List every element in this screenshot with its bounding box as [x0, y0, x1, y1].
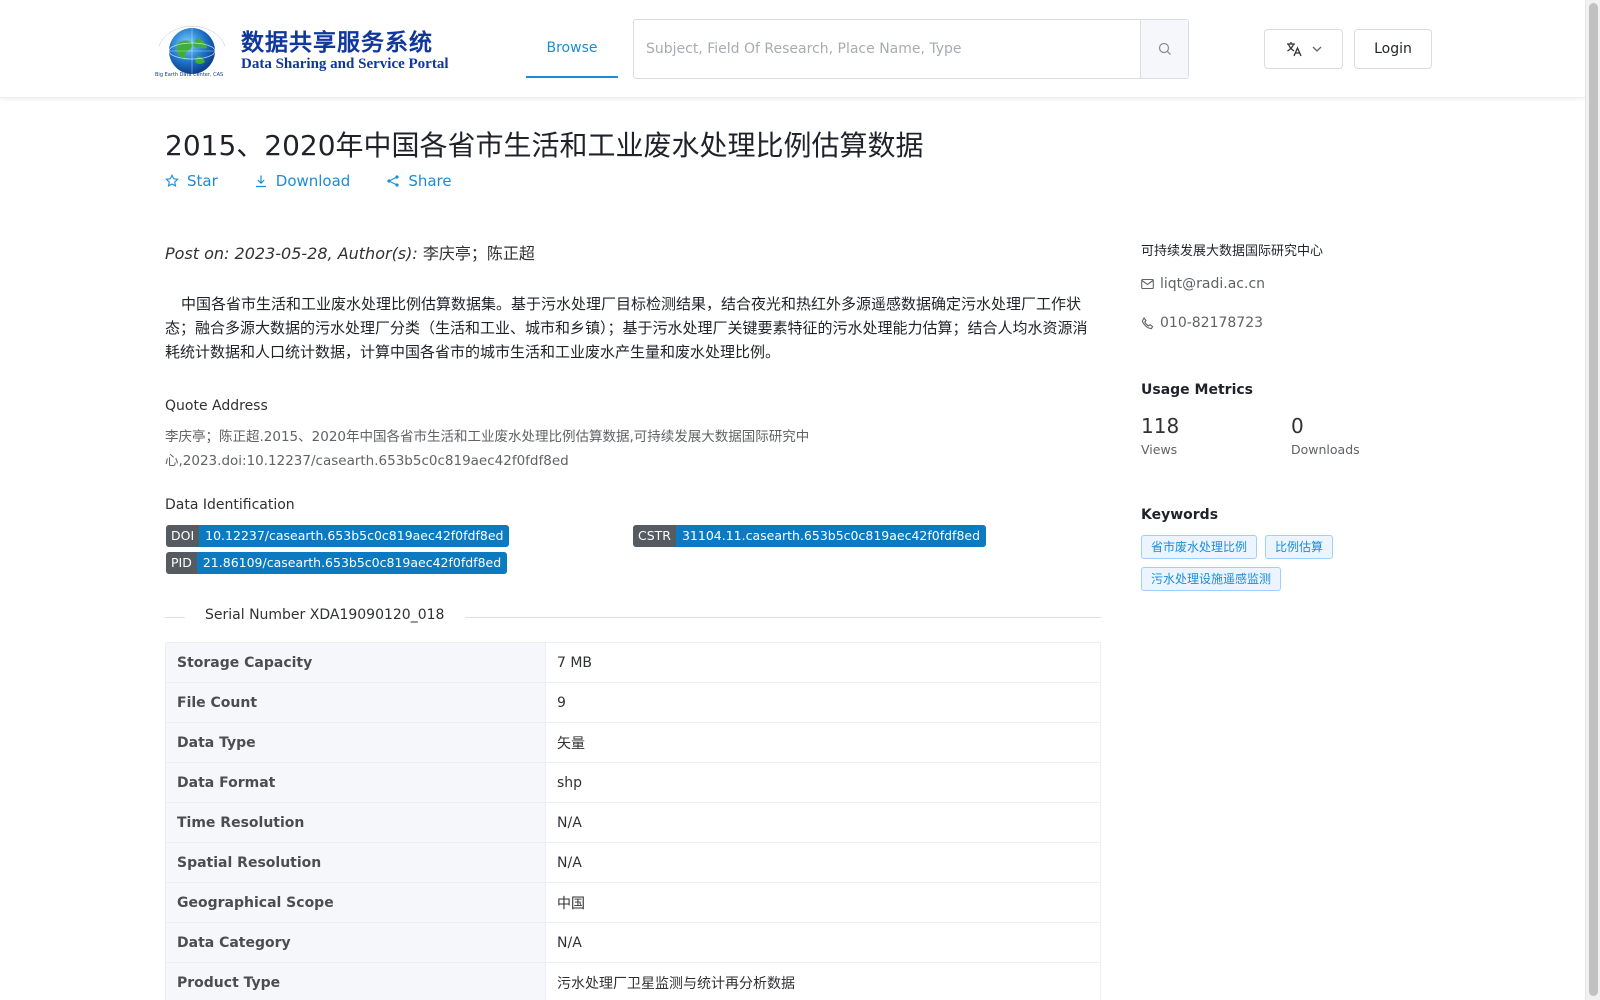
top-header: Big Earth Data Center, CAS 数据共享服务系统 Data…: [0, 0, 1585, 98]
keyword-tag[interactable]: 省市废水处理比例: [1141, 535, 1258, 559]
download-button[interactable]: Download: [254, 172, 351, 190]
property-key: Storage Capacity: [165, 642, 546, 683]
property-key: Geographical Scope: [165, 882, 546, 923]
download-icon: [255, 175, 266, 188]
divider-line-right: [465, 617, 1101, 618]
search-input[interactable]: [634, 20, 1140, 78]
property-value: 9: [545, 682, 1101, 723]
views-count: 118: [1141, 414, 1180, 438]
authors: 李庆亭；陈正超: [422, 244, 535, 263]
property-key: Data Format: [165, 762, 546, 803]
download-label: Download: [275, 172, 351, 190]
table-row: Geographical Scope 中国: [165, 882, 1101, 923]
page-scrollbar[interactable]: [1585, 0, 1600, 1000]
doi-value: 10.12237/casearth.653b5c0c819aec42f0fdf8…: [199, 525, 510, 547]
search-box: [633, 19, 1189, 79]
downloads-label: Downloads: [1291, 442, 1360, 457]
table-row: Product Type 污水处理厂卫星监测与统计再分析数据: [165, 962, 1101, 1000]
contact-phone: 010-82178723: [1141, 315, 1263, 331]
mail-icon: [1141, 278, 1154, 290]
serial-number: Serial Number XDA19090120_018: [205, 607, 445, 623]
post-info: Post on: 2023-05-28, Author(s): 李庆亭；陈正超: [165, 240, 535, 264]
table-row: Spatial Resolution N/A: [165, 842, 1101, 883]
star-icon: [165, 174, 179, 187]
share-icon: [387, 175, 399, 187]
table-row: Storage Capacity 7 MB: [165, 642, 1101, 683]
logo-english-name: Data Sharing and Service Portal: [241, 56, 449, 72]
divider-line-left: [165, 617, 185, 618]
keyword-tag[interactable]: 比例估算: [1265, 535, 1334, 559]
share-label: Share: [408, 172, 452, 190]
property-value: shp: [545, 762, 1101, 803]
search-icon: [1158, 42, 1171, 55]
property-key: File Count: [165, 682, 546, 723]
logo-subtitle: Big Earth Data Center, CAS: [155, 72, 224, 78]
keyword-tag[interactable]: 污水处理设施遥感监测: [1141, 567, 1282, 591]
phone-icon: [1141, 316, 1154, 329]
property-value: 中国: [545, 882, 1101, 923]
star-button[interactable]: Star: [165, 172, 218, 190]
logo-chinese-name: 数据共享服务系统: [241, 29, 433, 56]
doi-badge[interactable]: DOI 10.12237/casearth.653b5c0c819aec42f0…: [166, 525, 510, 547]
quote-address-label: Quote Address: [165, 398, 268, 414]
globe-logo-icon: [158, 26, 226, 74]
downloads-count: 0: [1291, 414, 1304, 438]
table-row: Data Category N/A: [165, 922, 1101, 963]
translate-icon: [1286, 42, 1302, 57]
views-label: Views: [1141, 442, 1178, 457]
contact-email[interactable]: liqt@radi.ac.cn: [1141, 276, 1265, 292]
language-selector[interactable]: [1264, 29, 1343, 69]
property-key: Product Type: [165, 962, 546, 1000]
table-row: File Count 9: [165, 682, 1101, 723]
site-logo[interactable]: Big Earth Data Center, CAS 数据共享服务系统 Data…: [153, 20, 449, 80]
usage-metrics-title: Usage Metrics: [1141, 382, 1253, 398]
pid-key: PID: [166, 552, 197, 574]
pid-value: 21.86109/casearth.653b5c0c819aec42f0fdf8…: [196, 552, 508, 574]
organization-name: 可持续发展大数据国际研究中心: [1141, 244, 1324, 259]
serial-number-divider: Serial Number XDA19090120_018: [165, 607, 1101, 627]
star-label: Star: [187, 172, 218, 190]
property-key: Data Type: [165, 722, 546, 763]
doi-key: DOI: [166, 525, 200, 547]
table-row: Time Resolution N/A: [165, 802, 1101, 843]
cstr-badge[interactable]: CSTR 31104.11.casearth.653b5c0c819aec42f…: [633, 525, 987, 547]
property-value: N/A: [545, 842, 1101, 883]
search-button[interactable]: [1140, 20, 1188, 78]
property-value: 矢量: [545, 722, 1101, 763]
property-key: Spatial Resolution: [165, 842, 546, 883]
property-value: N/A: [545, 922, 1101, 963]
chevron-down-icon: [1312, 46, 1321, 52]
cstr-value: 31104.11.casearth.653b5c0c819aec42f0fdf8…: [675, 525, 987, 547]
properties-table: Storage Capacity 7 MB File Count 9 Data Ty…: [165, 642, 1101, 1000]
quote-address-text: 李庆亭；陈正超.2015、2020年中国各省市生活和工业废水处理比例估算数据,可…: [165, 429, 810, 469]
keywords-title: Keywords: [1141, 507, 1219, 523]
share-button[interactable]: Share: [386, 172, 452, 190]
property-value: N/A: [545, 802, 1101, 843]
data-identification-label: Data Identification: [165, 497, 295, 513]
property-value: 7 MB: [545, 642, 1101, 683]
property-key: Data Category: [165, 922, 546, 963]
post-date: Post on: 2023-05-28, Author(s):: [165, 244, 418, 263]
login-button[interactable]: Login: [1354, 29, 1432, 69]
property-value: 污水处理厂卫星监测与统计再分析数据: [545, 962, 1101, 1000]
page-title: 2015、2020年中国各省市生活和工业废水处理比例估算数据: [165, 129, 924, 162]
dataset-description: 中国各省市生活和工业废水处理比例估算数据集。基于污水处理厂目标检测结果，结合夜光…: [165, 295, 1088, 361]
scrollbar-thumb[interactable]: [1589, 3, 1598, 996]
table-row: Data Format shp: [165, 762, 1101, 803]
property-key: Time Resolution: [165, 802, 546, 843]
phone-text: 010-82178723: [1160, 315, 1264, 331]
nav-browse[interactable]: Browse: [526, 19, 618, 78]
cstr-key: CSTR: [633, 525, 676, 547]
dataset-actions: Star Download Share: [165, 172, 488, 190]
table-row: Data Type 矢量: [165, 722, 1101, 763]
pid-badge[interactable]: PID 21.86109/casearth.653b5c0c819aec42f0…: [166, 552, 508, 574]
email-text: liqt@radi.ac.cn: [1160, 276, 1266, 292]
